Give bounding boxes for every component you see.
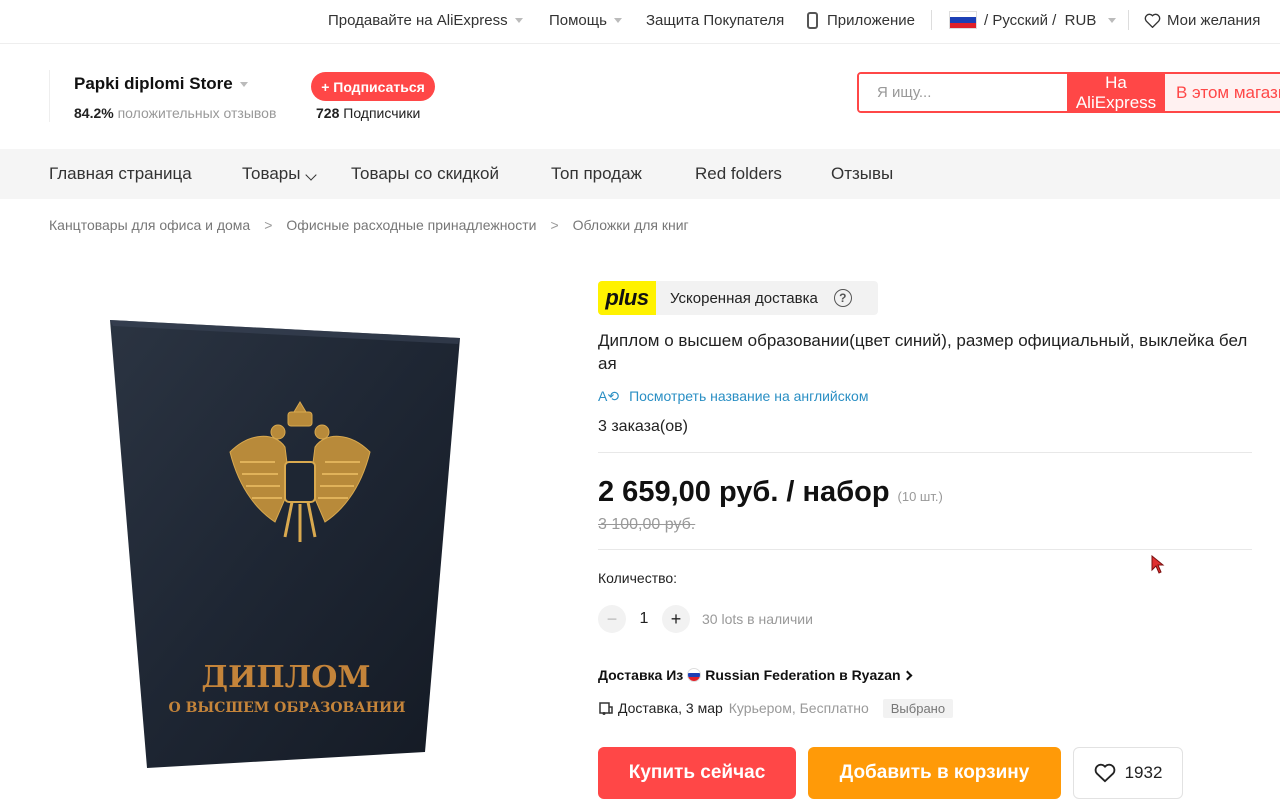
chevron-right-icon: > bbox=[264, 217, 273, 233]
divider bbox=[931, 10, 932, 30]
help-menu[interactable]: Помощь bbox=[549, 0, 622, 40]
plus-delivery-banner[interactable]: plus Ускоренная доставка ? bbox=[598, 281, 878, 315]
quantity-label: Количество: bbox=[598, 570, 678, 586]
wishlist-label: Мои желания bbox=[1167, 11, 1261, 29]
current-price: 2 659,00 руб. / набор (10 шт.) bbox=[598, 476, 943, 509]
breadcrumb-item[interactable]: Канцтовары для офиса и дома bbox=[49, 217, 250, 233]
sell-label: Продавайте на AliExpress bbox=[328, 11, 508, 29]
breadcrumb-item[interactable]: Офисные расходные принадлежности bbox=[286, 217, 536, 233]
sell-on-aliexpress-link[interactable]: Продавайте на AliExpress bbox=[328, 0, 523, 40]
quantity-stepper: − 1 + 30 lots в наличии bbox=[598, 605, 813, 633]
russia-flag-icon bbox=[949, 11, 977, 29]
phone-icon bbox=[807, 11, 818, 29]
product-image[interactable]: ДИПЛОМ О ВЫСШЕМ ОБРАЗОВАНИИ bbox=[100, 312, 470, 782]
quantity-increase-button[interactable]: + bbox=[662, 605, 690, 633]
shipping-option[interactable]: Доставка, 3 мар Курьером, Бесплатно Выбр… bbox=[598, 697, 954, 719]
rating-label: положительных отзывов bbox=[117, 105, 277, 121]
search-bar: На AliExpress В этом магазине bbox=[857, 72, 1280, 113]
top-bar: Продавайте на AliExpress Помощь Защита П… bbox=[0, 0, 1280, 44]
help-icon[interactable]: ? bbox=[833, 289, 852, 307]
divider bbox=[49, 70, 50, 122]
translate-title-link[interactable]: A⟲ Посмотреть название на английском bbox=[598, 386, 868, 406]
search-store-button[interactable]: В этом магазине bbox=[1165, 74, 1280, 111]
buyer-protection-link[interactable]: Защита Покупателя bbox=[646, 0, 784, 40]
currency-label: RUB bbox=[1064, 11, 1097, 29]
app-link[interactable]: Приложение bbox=[807, 0, 915, 40]
nav-home[interactable]: Главная страница bbox=[49, 149, 192, 199]
rating-value: 84.2% bbox=[74, 105, 114, 121]
help-label: Помощь bbox=[549, 11, 607, 29]
language-label: / Русский / bbox=[984, 11, 1057, 29]
translate-label: Посмотреть название на английском bbox=[629, 388, 869, 404]
price-value: 2 659,00 руб. / набор bbox=[598, 476, 890, 508]
chevron-right-icon bbox=[902, 670, 913, 680]
buyer-protection-label: Защита Покупателя bbox=[646, 11, 785, 29]
chevron-down-icon bbox=[613, 17, 622, 23]
delivery-prefix: Доставка Из bbox=[598, 667, 684, 683]
wishlist-count: 1932 bbox=[1124, 763, 1163, 782]
nav-discount[interactable]: Товары со скидкой bbox=[351, 149, 499, 199]
price-unit: (10 шт.) bbox=[897, 489, 943, 504]
subscribe-button[interactable]: + Подписаться bbox=[311, 72, 435, 101]
breadcrumb: Канцтовары для офиса и дома > Офисные ра… bbox=[49, 214, 689, 236]
chevron-down-icon bbox=[239, 81, 248, 87]
buy-now-button[interactable]: Купить сейчас bbox=[598, 747, 796, 799]
product-title: Диплом о высшем образовании(цвет синий),… bbox=[598, 331, 1248, 373]
cover-title-text: ДИПЛОМ bbox=[201, 660, 370, 695]
subscribers-label: Подписчики bbox=[343, 105, 421, 121]
wishlist-link[interactable]: Мои желания bbox=[1144, 0, 1260, 40]
delivery-destination: Russian Federation в Ryazan bbox=[705, 667, 901, 683]
delivery-origin-link[interactable]: Доставка Из Russian Federation в Ryazan bbox=[598, 664, 913, 686]
fast-delivery-label: Ускоренная доставка bbox=[670, 289, 818, 307]
quantity-decrease-button[interactable]: − bbox=[598, 605, 626, 633]
language-currency-selector[interactable]: / Русский / RUB bbox=[949, 0, 1117, 40]
store-rating: 84.2% положительных отзывов bbox=[74, 105, 276, 121]
store-name[interactable]: Papki diplomi Store bbox=[74, 74, 248, 94]
mouse-cursor-icon bbox=[1151, 555, 1165, 574]
add-to-cart-button[interactable]: Добавить в корзину bbox=[808, 747, 1061, 799]
breadcrumb-item[interactable]: Обложки для книг bbox=[573, 217, 689, 233]
nav-reviews[interactable]: Отзывы bbox=[831, 149, 893, 199]
chevron-down-icon bbox=[1108, 17, 1117, 23]
app-label: Приложение bbox=[827, 11, 915, 29]
selected-badge: Выбрано bbox=[882, 698, 954, 718]
store-nav: Главная страница Товары Товары со скидко… bbox=[0, 149, 1280, 199]
search-aliexpress-button[interactable]: На AliExpress bbox=[1067, 74, 1165, 111]
cover-subtitle-text: О ВЫСШЕМ ОБРАЗОВАНИИ bbox=[169, 700, 406, 716]
orders-count: 3 заказа(ов) bbox=[598, 418, 688, 435]
store-name-label: Papki diplomi Store bbox=[74, 74, 233, 93]
nav-red-folders[interactable]: Red folders bbox=[695, 149, 782, 199]
ship-date: Доставка, 3 мар bbox=[618, 700, 723, 716]
stock-label: 30 lots в наличии bbox=[702, 611, 813, 627]
translate-icon: A⟲ bbox=[598, 387, 620, 404]
divider bbox=[598, 549, 1252, 550]
ship-method: Курьером, Бесплатно bbox=[728, 700, 869, 716]
nav-top-sales[interactable]: Топ продаж bbox=[551, 149, 642, 199]
divider bbox=[1128, 10, 1129, 30]
russia-flag-icon bbox=[687, 668, 702, 682]
heart-icon bbox=[1094, 763, 1115, 783]
nav-products-label: Товары bbox=[242, 164, 301, 183]
search-input[interactable] bbox=[859, 74, 1067, 111]
divider bbox=[598, 452, 1252, 453]
chevron-right-icon: > bbox=[550, 217, 559, 233]
chevron-down-icon bbox=[514, 17, 523, 23]
delivery-icon bbox=[599, 702, 613, 715]
quantity-value[interactable]: 1 bbox=[626, 610, 662, 628]
subscribers-value: 728 bbox=[316, 105, 340, 121]
subscribers-count: 728 Подписчики bbox=[316, 105, 420, 121]
chevron-down-icon bbox=[305, 169, 318, 181]
old-price: 3 100,00 руб. bbox=[598, 516, 696, 533]
plus-logo: plus bbox=[598, 281, 656, 315]
wishlist-button[interactable]: 1932 bbox=[1073, 747, 1183, 799]
nav-products[interactable]: Товары bbox=[242, 149, 318, 199]
heart-icon bbox=[1144, 13, 1161, 28]
